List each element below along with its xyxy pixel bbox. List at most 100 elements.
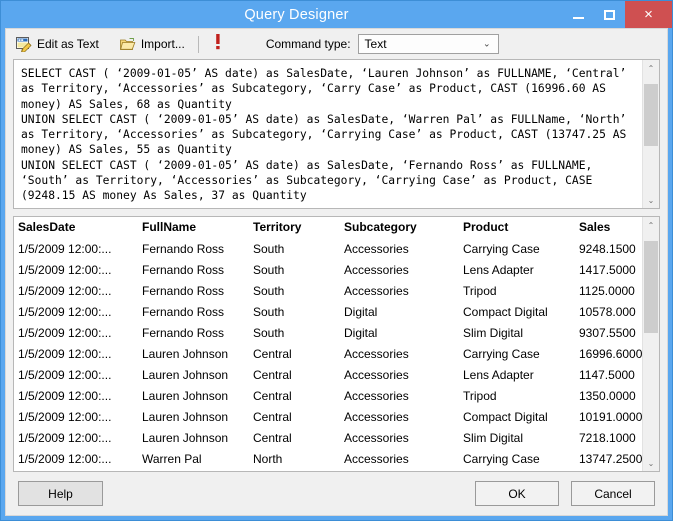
edit-as-text-button[interactable]: Edit as Text [14,34,105,54]
sql-vertical-scrollbar[interactable]: ⌃ ⌄ [642,60,659,208]
table-cell: 1/5/2009 12:00:... [18,410,112,424]
table-cell: Compact Digital [463,305,548,319]
table-row[interactable]: 1/5/2009 12:00:... Lauren Johnson Central A… [14,407,642,428]
column-header-subcategory[interactable]: Subcategory [340,217,459,239]
table-cell: 1/5/2009 12:00:... [18,431,112,445]
maximize-button[interactable] [594,1,625,28]
exclamation-icon [212,33,224,50]
table-cell: Fernando Ross [142,242,225,257]
table-cell: Accessories [344,284,409,298]
table-cell: 1/5/2009 12:00:... [18,347,112,361]
sql-scroll-down-button[interactable]: ⌄ [643,192,659,208]
table-cell: Fernando Ross [142,284,225,298]
table-cell: 13747.2500 [579,452,642,466]
command-type-select[interactable]: Text ⌄ [357,34,499,54]
toolbar-separator [197,35,199,53]
sql-query-textarea[interactable]: SELECT CAST ( ‘2009-01-05’ AS date) as S… [14,60,642,208]
minimize-button[interactable] [563,1,594,28]
table-cell: 1147.5000 [579,368,635,382]
table-cell: Accessories [344,389,409,403]
table-cell: Central [253,347,292,361]
table-cell: Central [253,431,292,445]
minimize-icon [573,16,584,19]
table-row[interactable]: 1/5/2009 12:00:... Fernando Ross South Acce… [14,281,642,302]
help-button[interactable]: Help [18,481,103,506]
table-cell: Warren Pal [138,470,249,472]
table-row[interactable]: 1/5/2009 12:00:... Lauren Johnson Central A… [14,365,642,386]
table-row[interactable]: 1/5/2009 12:00:... Lauren Johnson Central A… [14,386,642,407]
grid-scroll-thumb[interactable] [644,241,658,333]
column-header-sales[interactable]: Sales [575,217,642,239]
window-title: Query Designer [244,6,349,23]
table-cell: Accessories [344,347,409,361]
table-cell: 16996.6000 [579,347,642,361]
table-cell: 1/5/2009 12:00:... [18,389,112,403]
table-cell: 1350.0000 [579,389,636,403]
import-label: Import... [140,37,185,51]
table-cell: 1417.5000 [579,263,636,277]
table-row[interactable]: 1/5/2009 12:00:... Fernando Ross South Digi… [14,302,642,323]
import-button[interactable]: Import... [118,34,191,54]
maximize-icon [604,9,615,20]
table-cell: 1/5/2009 12:00:... [18,284,112,298]
table-row[interactable]: 1/5/2009 12:00:... Lauren Johnson Central A… [14,344,642,365]
table-cell: Slim Digital [463,431,524,445]
table-cell: South [253,242,285,257]
edit-as-text-icon [16,36,32,52]
table-cell: 1125.0000 [579,284,635,298]
table-cell: Digital [344,326,378,340]
table-cell: 1/5/2009 12:00:... [18,263,112,277]
table-row[interactable]: 1/5/2009 12:00:... Fernando Ross South Digi… [14,323,642,344]
table-cell: Tripod [463,389,497,403]
grid-scroll-track[interactable] [643,233,659,455]
table-cell: 10191.0000 [579,410,642,424]
sql-scroll-thumb[interactable] [644,84,658,146]
table-cell: Fernando Ross [142,263,225,277]
table-cell: 10578.000 [579,305,636,319]
table-row[interactable]: 1/5/2009 12:00:...Warren PalNorthAccesso… [14,470,642,472]
table-row[interactable]: 1/5/2009 12:00:... Fernando Ross South Acce… [14,260,642,281]
table-cell: Lens Adapter [459,470,575,472]
title-bar[interactable]: Query Designer × [1,1,672,28]
table-cell: 1/5/2009 12:00:... [18,368,112,382]
table-cell: South [253,326,285,340]
cancel-button[interactable]: Cancel [571,481,655,506]
column-header-fullname[interactable]: FullName [138,217,249,239]
chevron-down-icon: ⌄ [482,38,491,49]
command-type-group: Command type: Text ⌄ [266,34,499,54]
table-cell: South [253,305,285,319]
command-type-value: Text [364,37,387,51]
table-cell: Tripod [463,284,497,298]
close-icon: × [644,6,653,23]
table-cell: South [253,284,285,298]
table-row[interactable]: 1/5/2009 12:00:...Warren PalNorthAccesso… [14,449,642,470]
table-cell: Warren Pal [142,452,202,466]
table-cell: Lauren Johnson [142,431,229,445]
results-table: SalesDate FullName Territory Subcategory… [14,217,642,471]
sql-editor-panel: SELECT CAST ( ‘2009-01-05’ AS date) as S… [13,59,660,209]
table-row[interactable]: 1/5/2009 12:00:... Fernando Ross South Acce… [14,239,642,260]
sql-scroll-track[interactable] [643,76,659,192]
table-cell: Accessories [344,452,409,466]
sql-scroll-up-button[interactable]: ⌃ [643,60,659,76]
table-cell: Lens Adapter [463,368,534,382]
close-button[interactable]: × [625,1,672,28]
table-cell: Slim Digital [463,326,524,340]
table-cell: 1/5/2009 12:00:... [18,452,112,466]
table-cell: 1/5/2009 12:00:... [18,326,112,340]
table-cell: Digital [344,305,378,319]
grid-scroll-down-button[interactable]: ⌄ [643,455,659,471]
grid-scroll-up-button[interactable]: ⌃ [643,217,659,233]
table-row[interactable]: 1/5/2009 12:00:... Lauren Johnson Central A… [14,428,642,449]
column-header-salesdate[interactable]: SalesDate [14,217,138,239]
column-header-product[interactable]: Product [459,217,575,239]
execute-button[interactable] [208,33,228,55]
grid-vertical-scrollbar[interactable]: ⌃ ⌄ [642,217,659,471]
results-grid-viewport[interactable]: SalesDate FullName Territory Subcategory… [14,217,642,471]
ok-button[interactable]: OK [475,481,559,506]
table-cell: 9307.5500 [579,326,636,340]
table-cell: Carrying Case [463,452,540,466]
table-cell: Lauren Johnson [142,368,229,382]
column-header-territory[interactable]: Territory [249,217,340,239]
table-cell: North [249,470,340,472]
